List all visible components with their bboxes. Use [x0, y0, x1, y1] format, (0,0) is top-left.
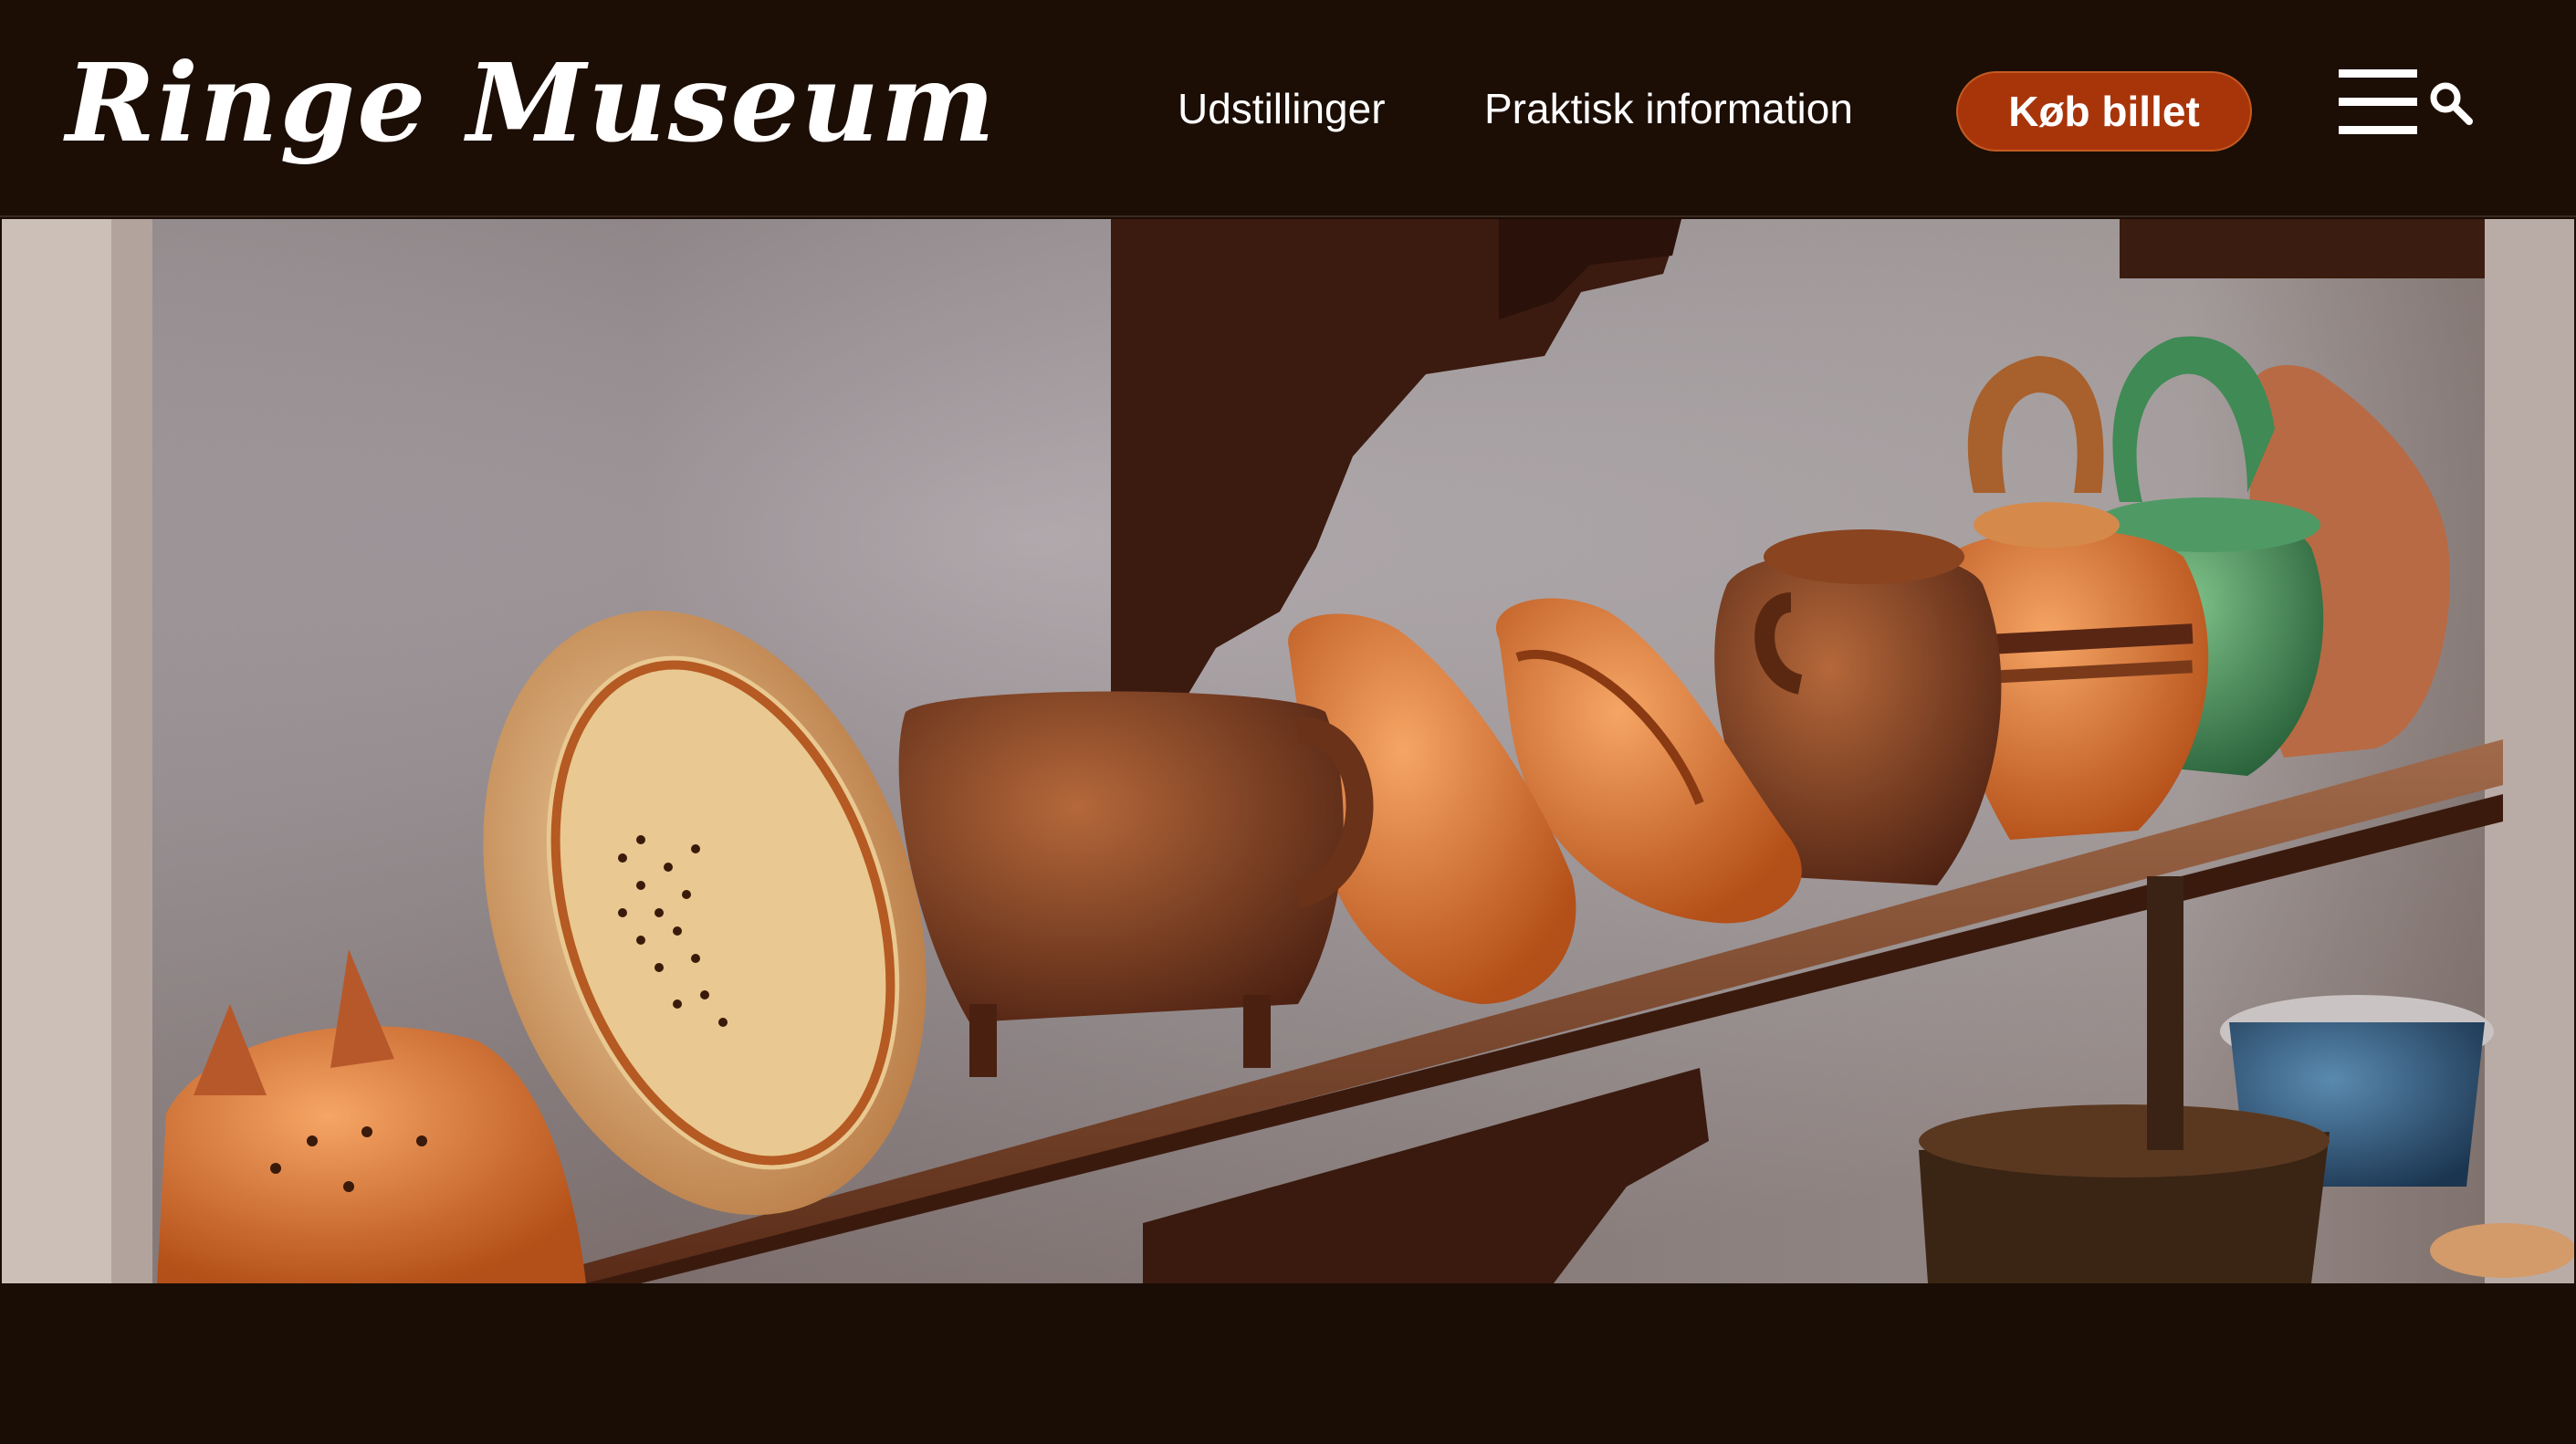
- hero-image: [2, 219, 2574, 1283]
- dark-footer-band: [0, 1283, 2576, 1444]
- hamburger-menu-icon[interactable]: [2339, 69, 2417, 135]
- nav-link-udstillinger[interactable]: Udstillinger: [1178, 80, 1386, 137]
- search-icon[interactable]: [2428, 80, 2474, 126]
- site-header: Ringe Museum Udstillinger Praktisk infor…: [0, 0, 2576, 217]
- buy-ticket-button[interactable]: Køb billet: [1956, 71, 2252, 152]
- site-logo[interactable]: Ringe Museum: [66, 26, 997, 181]
- nav-link-praktisk-information[interactable]: Praktisk information: [1484, 80, 1853, 137]
- hero-photo: [2, 219, 2574, 1283]
